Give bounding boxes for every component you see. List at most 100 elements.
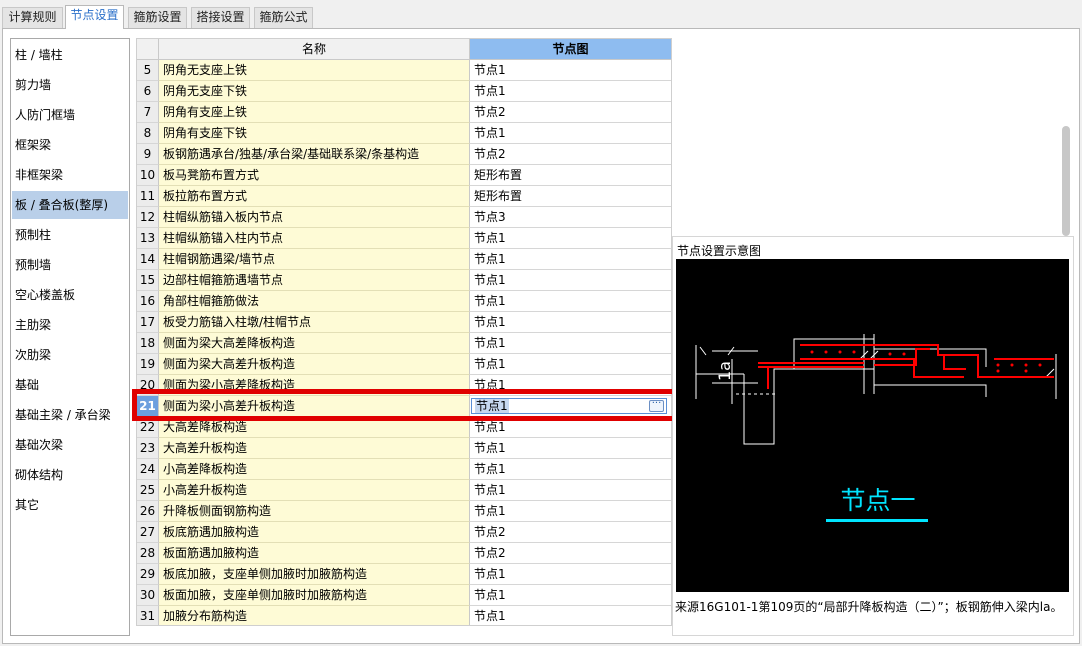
- sidebar-item-other[interactable]: 其它: [12, 491, 128, 519]
- row-value[interactable]: 节点2: [470, 102, 671, 123]
- row-value[interactable]: 节点1: [470, 333, 671, 354]
- sidebar-item-foundation-secondary-beam[interactable]: 基础次梁: [12, 431, 128, 459]
- row-value[interactable]: 节点1: [470, 60, 671, 81]
- row-number: 22: [137, 417, 159, 438]
- sidebar-item-frame-beam[interactable]: 框架梁: [12, 131, 128, 159]
- node-diagram-drawing: 1a 节点一: [695, 334, 1057, 522]
- row-value[interactable]: 节点3: [470, 207, 671, 228]
- table-row[interactable]: 6 阴角无支座下铁 节点1: [137, 81, 671, 102]
- header-name[interactable]: 名称: [159, 39, 470, 60]
- table-row[interactable]: 23 大高差升板构造 节点1: [137, 438, 671, 459]
- header-node-diagram[interactable]: 节点图: [470, 39, 671, 60]
- tab-calc-rules[interactable]: 计算规则: [2, 7, 63, 28]
- row-value[interactable]: 节点1: [470, 375, 671, 396]
- table-row[interactable]: 16 角部柱帽箍筋做法 节点1: [137, 291, 671, 312]
- row-value[interactable]: 节点1: [470, 228, 671, 249]
- sidebar-item-hollow-slab[interactable]: 空心楼盖板: [12, 281, 128, 309]
- row-value[interactable]: 节点1: [470, 501, 671, 522]
- row-number: 21: [137, 396, 159, 417]
- tab-lap-settings[interactable]: 搭接设置: [191, 7, 250, 28]
- table-row[interactable]: 14 柱帽钢筋遇梁/墙节点 节点1: [137, 249, 671, 270]
- row-number: 18: [137, 333, 159, 354]
- table-row[interactable]: 30 板面加腋，支座单侧加腋时加腋筋构造 节点1: [137, 585, 671, 606]
- table-row[interactable]: 28 板面筋遇加腋构造 节点2: [137, 543, 671, 564]
- row-value[interactable]: 节点1: [470, 480, 671, 501]
- row-value[interactable]: 节点2: [470, 543, 671, 564]
- row-name: 板底加腋，支座单侧加腋时加腋筋构造: [159, 564, 470, 585]
- row-name: 角部柱帽箍筋做法: [159, 291, 470, 312]
- tab-stirrup-settings[interactable]: 箍筋设置: [128, 7, 187, 28]
- row-value[interactable]: 节点1: [470, 459, 671, 480]
- row-value[interactable]: 节点1: [470, 81, 671, 102]
- tab-node-settings[interactable]: 节点设置: [65, 5, 124, 29]
- table-row[interactable]: 29 板底加腋，支座单侧加腋时加腋筋构造 节点1: [137, 564, 671, 585]
- sidebar-item-slab[interactable]: 板 / 叠合板(整厚): [12, 191, 128, 219]
- diagram-caption: 来源16G101-1第109页的“局部升降板构造（二）”；板钢筋伸入梁内la。: [675, 600, 1063, 614]
- row-number: 27: [137, 522, 159, 543]
- row-name: 小高差降板构造: [159, 459, 470, 480]
- row-value[interactable]: 节点1: [470, 270, 671, 291]
- row-number: 16: [137, 291, 159, 312]
- table-row[interactable]: 19 侧面为梁大高差升板构造 节点1: [137, 354, 671, 375]
- row-value[interactable]: 节点1: [470, 417, 671, 438]
- row-value[interactable]: 节点2: [470, 144, 671, 165]
- table-row[interactable]: 11 板拉筋布置方式 矩形布置: [137, 186, 671, 207]
- sidebar-item-precast-wall[interactable]: 预制墙: [12, 251, 128, 279]
- table-row[interactable]: 5 阴角无支座上铁 节点1: [137, 60, 671, 81]
- row-value[interactable]: 节点1: [470, 249, 671, 270]
- scrollbar-thumb[interactable]: [1062, 126, 1070, 236]
- table-row[interactable]: 25 小高差升板构造 节点1: [137, 480, 671, 501]
- sidebar-item-nonframe-beam[interactable]: 非框架梁: [12, 161, 128, 189]
- row-name: 板受力筋锚入柱墩/柱帽节点: [159, 312, 470, 333]
- node-value-editor[interactable]: 节点1 ···: [470, 396, 671, 417]
- row-number: 26: [137, 501, 159, 522]
- sidebar-item-civil-defense-door-wall[interactable]: 人防门框墙: [12, 101, 128, 129]
- sidebar-item-foundation[interactable]: 基础: [12, 371, 128, 399]
- table-row[interactable]: 8 阴角有支座下铁 节点1: [137, 123, 671, 144]
- table-row[interactable]: 22 大高差降板构造 节点1: [137, 417, 671, 438]
- row-value[interactable]: 节点1: [470, 354, 671, 375]
- row-value[interactable]: 矩形布置: [470, 165, 671, 186]
- row-name: 柱帽纵筋锚入柱内节点: [159, 228, 470, 249]
- row-number: 15: [137, 270, 159, 291]
- table-row[interactable]: 13 柱帽纵筋锚入柱内节点 节点1: [137, 228, 671, 249]
- table-row-selected[interactable]: 21 侧面为梁小高差升板构造 节点1 ···: [137, 396, 671, 417]
- row-number: 23: [137, 438, 159, 459]
- sidebar-item-masonry[interactable]: 砌体结构: [12, 461, 128, 489]
- sidebar-item-precast-column[interactable]: 预制柱: [12, 221, 128, 249]
- table-row[interactable]: 17 板受力筋锚入柱墩/柱帽节点 节点1: [137, 312, 671, 333]
- table-row[interactable]: 18 侧面为梁大高差降板构造 节点1: [137, 333, 671, 354]
- tab-stirrup-formula[interactable]: 箍筋公式: [254, 7, 313, 28]
- row-number: 17: [137, 312, 159, 333]
- row-number: 24: [137, 459, 159, 480]
- node-select-value[interactable]: 节点1: [475, 399, 509, 413]
- sidebar-item-foundation-main-beam[interactable]: 基础主梁 / 承台梁: [12, 401, 128, 429]
- node-select-field[interactable]: 节点1 ···: [471, 398, 667, 414]
- table-row[interactable]: 9 板钢筋遇承台/独基/承台梁/基础联系梁/条基构造 节点2: [137, 144, 671, 165]
- table-row[interactable]: 27 板底筋遇加腋构造 节点2: [137, 522, 671, 543]
- row-name: 大高差降板构造: [159, 417, 470, 438]
- table-row[interactable]: 26 升降板侧面钢筋构造 节点1: [137, 501, 671, 522]
- table-row[interactable]: 20 侧面为梁小高差降板构造 节点1: [137, 375, 671, 396]
- sidebar-item-column-wallcolumn[interactable]: 柱 / 墙柱: [12, 41, 128, 69]
- row-value[interactable]: 节点1: [470, 291, 671, 312]
- table-row[interactable]: 31 加腋分布筋构造 节点1: [137, 606, 671, 625]
- sidebar-item-main-rib-beam[interactable]: 主肋梁: [12, 311, 128, 339]
- table-row[interactable]: 10 板马凳筋布置方式 矩形布置: [137, 165, 671, 186]
- row-value[interactable]: 节点1: [470, 606, 671, 625]
- table-row[interactable]: 7 阴角有支座上铁 节点2: [137, 102, 671, 123]
- row-value[interactable]: 节点1: [470, 585, 671, 606]
- sidebar-item-shear-wall[interactable]: 剪力墙: [12, 71, 128, 99]
- table-row[interactable]: 24 小高差降板构造 节点1: [137, 459, 671, 480]
- row-value[interactable]: 节点1: [470, 312, 671, 333]
- sidebar-item-secondary-rib-beam[interactable]: 次肋梁: [12, 341, 128, 369]
- row-number: 20: [137, 375, 159, 396]
- row-value[interactable]: 节点1: [470, 438, 671, 459]
- table-row[interactable]: 12 柱帽纵筋锚入板内节点 节点3: [137, 207, 671, 228]
- row-value[interactable]: 节点1: [470, 123, 671, 144]
- row-value[interactable]: 节点1: [470, 564, 671, 585]
- table-row[interactable]: 15 边部柱帽箍筋遇墙节点 节点1: [137, 270, 671, 291]
- row-value[interactable]: 节点2: [470, 522, 671, 543]
- row-value[interactable]: 矩形布置: [470, 186, 671, 207]
- ellipsis-button[interactable]: ···: [649, 399, 664, 412]
